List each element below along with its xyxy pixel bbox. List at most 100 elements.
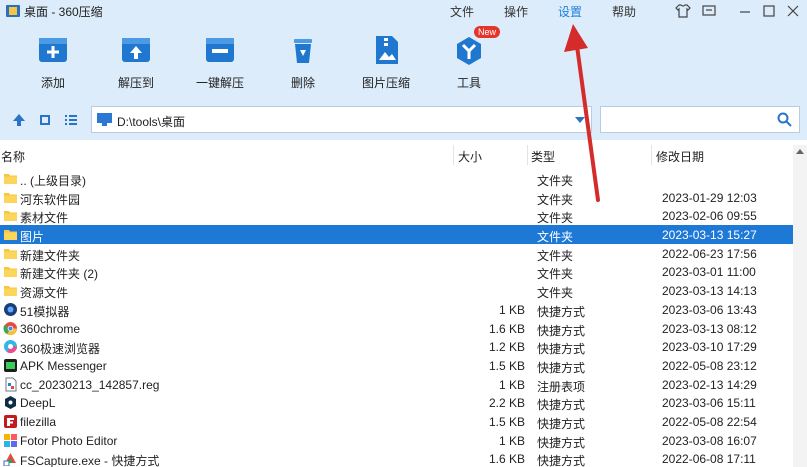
fotor-icon bbox=[3, 433, 18, 448]
desktop-icon bbox=[97, 113, 112, 126]
folder-icon bbox=[3, 227, 18, 242]
path-combobox[interactable]: D:\tools\桌面 bbox=[91, 106, 592, 133]
add-icon bbox=[39, 38, 67, 62]
extract-to-icon bbox=[122, 38, 150, 62]
file-size: 1.5 KB bbox=[488, 358, 525, 373]
minimize-icon[interactable] bbox=[736, 2, 754, 20]
file-name: .. (上级目录) bbox=[20, 174, 86, 188]
file-name: 资源文件 bbox=[20, 286, 69, 301]
folder-icon bbox=[3, 283, 18, 298]
menu-help[interactable]: 帮助 bbox=[612, 3, 636, 20]
maximize-icon[interactable] bbox=[760, 2, 778, 20]
vertical-scrollbar[interactable] bbox=[793, 145, 807, 467]
file-date: 2023-03-13 14:13 bbox=[662, 284, 757, 299]
one-click-extract-icon bbox=[206, 38, 234, 62]
table-row[interactable]: 新建文件夹 (2) 文件夹 2023-03-01 11:00 bbox=[0, 262, 793, 281]
menu-operation[interactable]: 操作 bbox=[504, 3, 528, 20]
file-size: 1.5 KB bbox=[488, 414, 525, 429]
file-date: 2023-03-06 15:11 bbox=[662, 396, 756, 411]
chrome-icon bbox=[3, 321, 18, 336]
folder-icon bbox=[3, 264, 18, 279]
tools-button[interactable]: 工具 New bbox=[436, 26, 502, 91]
up-arrow-icon[interactable] bbox=[11, 112, 27, 128]
table-row[interactable]: 素材文件 文件夹 2023-02-06 09:55 bbox=[0, 206, 793, 225]
emulator-icon bbox=[3, 302, 18, 317]
file-name: FSCapture.exe - 快捷方式 bbox=[20, 454, 160, 467]
window-title: 桌面 - 360压缩 bbox=[24, 5, 103, 19]
file-date: 2023-03-01 11:00 bbox=[662, 265, 756, 280]
extract-to-button[interactable]: 解压到 bbox=[103, 34, 169, 91]
table-row[interactable]: cc_20230213_142857.reg 1 KB 注册表项 2023-02-13… bbox=[0, 375, 793, 394]
file-date: 2022-05-08 23:12 bbox=[662, 358, 757, 373]
browser-icon bbox=[3, 339, 18, 354]
add-label: 添加 bbox=[40, 76, 65, 90]
fscapture-icon bbox=[3, 451, 18, 467]
file-type: 文件夹 bbox=[537, 286, 574, 301]
file-type: 快捷方式 bbox=[537, 435, 586, 450]
menu-file[interactable]: 文件 bbox=[450, 3, 474, 20]
file-size: 1.6 KB bbox=[488, 452, 525, 467]
feedback-icon[interactable] bbox=[700, 2, 718, 20]
close-icon[interactable] bbox=[784, 2, 802, 20]
file-size: 1 KB bbox=[498, 433, 525, 448]
folder-icon bbox=[3, 246, 18, 261]
column-header: 名称 大小 类型 修改日期 bbox=[0, 145, 793, 165]
delete-icon bbox=[294, 39, 312, 63]
folder-icon bbox=[3, 208, 18, 223]
toolbar-area: 桌面 - 360压缩 文件 操作 设置 帮助 添加 解压到 一键解压 删除 图片… bbox=[0, 0, 807, 101]
column-divider[interactable] bbox=[453, 145, 454, 165]
scroll-thumb[interactable] bbox=[795, 163, 805, 463]
file-type: 快捷方式 bbox=[537, 454, 586, 467]
tools-label: 工具 bbox=[456, 76, 481, 90]
file-name: cc_20230213_142857.reg bbox=[20, 377, 160, 392]
thumbnail-view-icon[interactable] bbox=[37, 112, 53, 128]
table-row[interactable]: DeepL 2.2 KB 快捷方式 2023-03-06 15:11 bbox=[0, 393, 793, 412]
column-modified[interactable]: 修改日期 bbox=[656, 148, 704, 165]
table-row[interactable]: .. (上级目录) 文件夹 bbox=[0, 169, 793, 188]
file-date: 2023-03-13 08:12 bbox=[662, 321, 757, 336]
file-type: 快捷方式 bbox=[537, 398, 586, 413]
column-size[interactable]: 大小 bbox=[458, 148, 482, 165]
list-view-icon[interactable] bbox=[63, 112, 79, 128]
table-row[interactable]: filezilla 1.5 KB 快捷方式 2022-05-08 22:54 bbox=[0, 412, 793, 431]
column-type[interactable]: 类型 bbox=[531, 148, 555, 165]
table-row[interactable]: 51模拟器 1 KB 快捷方式 2023-03-06 13:43 bbox=[0, 300, 793, 319]
image-compress-button[interactable]: 图片压缩 bbox=[353, 34, 419, 91]
file-type: 文件夹 bbox=[537, 230, 574, 245]
table-row[interactable]: Fotor Photo Editor 1 KB 快捷方式 2023-03-08 16:… bbox=[0, 431, 793, 450]
table-row[interactable]: 资源文件 文件夹 2023-03-13 14:13 bbox=[0, 281, 793, 300]
table-row[interactable]: APK Messenger 1.5 KB 快捷方式 2022-05-08 23:12 bbox=[0, 356, 793, 375]
file-name: APK Messenger bbox=[20, 358, 107, 373]
search-input[interactable] bbox=[600, 106, 800, 133]
delete-button[interactable]: 删除 bbox=[270, 34, 336, 91]
scroll-up-icon[interactable] bbox=[796, 149, 804, 154]
registry-icon bbox=[3, 377, 18, 392]
table-row-selected[interactable]: 图片 文件夹 2023-03-13 15:27 bbox=[0, 225, 793, 244]
skin-icon[interactable] bbox=[674, 2, 692, 20]
search-icon[interactable] bbox=[777, 112, 792, 127]
app-logo-icon bbox=[6, 5, 20, 17]
file-date: 2023-01-29 12:03 bbox=[662, 190, 757, 205]
table-row[interactable]: FSCapture.exe - 快捷方式 1.6 KB 快捷方式 2022-06-08… bbox=[0, 449, 793, 467]
path-text: D:\tools\桌面 bbox=[117, 115, 186, 129]
file-name: 360极速浏览器 bbox=[20, 342, 101, 357]
file-name: 新建文件夹 bbox=[20, 248, 81, 263]
column-divider[interactable] bbox=[651, 145, 652, 165]
file-date: 2022-06-23 17:56 bbox=[662, 246, 757, 261]
file-type: 快捷方式 bbox=[537, 342, 586, 357]
file-date: 2023-02-06 09:55 bbox=[662, 209, 757, 224]
folder-icon bbox=[3, 171, 18, 186]
one-click-extract-button[interactable]: 一键解压 bbox=[187, 34, 253, 91]
file-type: 快捷方式 bbox=[537, 416, 586, 431]
apk-icon bbox=[3, 358, 18, 373]
table-row[interactable]: 360chrome 1.6 KB 快捷方式 2023-03-13 08:12 bbox=[0, 319, 793, 338]
add-button[interactable]: 添加 bbox=[20, 34, 86, 91]
table-row[interactable]: 河东软件园 文件夹 2023-01-29 12:03 bbox=[0, 188, 793, 207]
column-divider[interactable] bbox=[527, 145, 528, 165]
table-row[interactable]: 新建文件夹 文件夹 2022-06-23 17:56 bbox=[0, 244, 793, 263]
file-list: .. (上级目录) 文件夹 河东软件园 文件夹 2023-01-29 12:03 素材文件… bbox=[0, 169, 793, 467]
table-row[interactable]: 360极速浏览器 1.2 KB 快捷方式 2023-03-10 17:29 bbox=[0, 337, 793, 356]
column-name[interactable]: 名称 bbox=[1, 148, 25, 165]
file-name: 新建文件夹 (2) bbox=[20, 267, 99, 282]
file-type: 文件夹 bbox=[537, 267, 574, 282]
